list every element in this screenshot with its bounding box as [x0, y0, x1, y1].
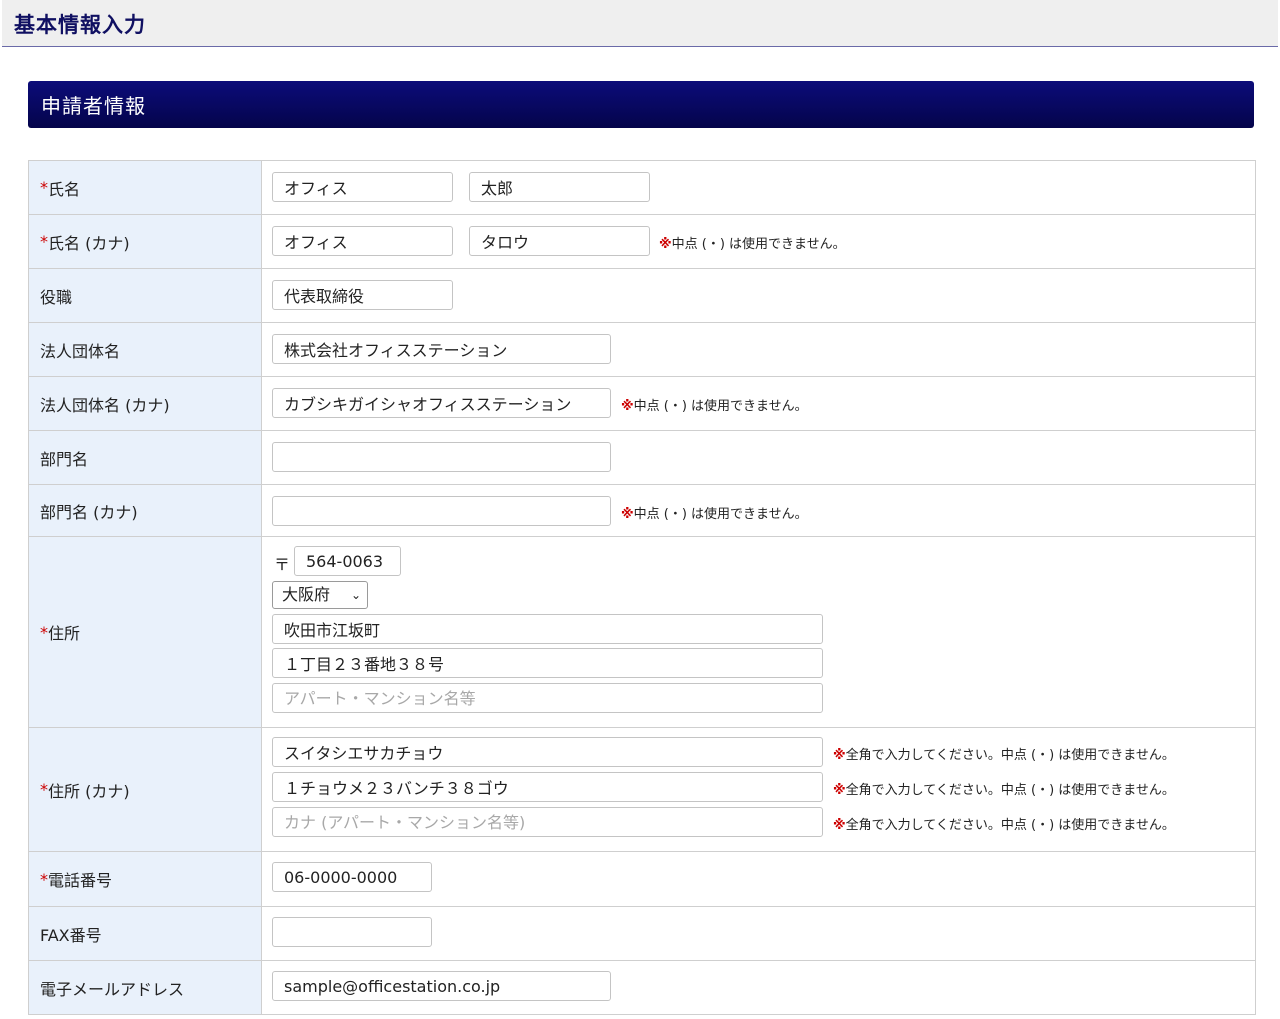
street-kana-note: ※全角で入力してください。中点 (・) は使用できません。	[833, 783, 1175, 798]
name-label: * 氏名	[29, 161, 262, 214]
row-dept-kana: 部門名 (カナ) ※中点 (・) は使用できません。	[29, 485, 1255, 537]
zip-input[interactable]	[294, 546, 401, 576]
required-mark: *	[40, 178, 48, 197]
section-title: 申請者情報	[41, 94, 146, 118]
corp-name-input[interactable]	[272, 334, 611, 364]
row-phone: * 電話番号	[29, 852, 1255, 907]
last-name-input[interactable]	[272, 172, 453, 202]
name-kana-label: * 氏名 (カナ)	[29, 215, 262, 268]
row-email: 電子メールアドレス	[29, 961, 1255, 1015]
row-name-kana: *氏名 (カナ) ※中点 (・) は使用できません。	[29, 215, 1255, 269]
position-input[interactable]	[272, 280, 453, 310]
postal-mark-icon: 〒	[274, 555, 291, 574]
fax-label: FAX番号	[29, 907, 262, 960]
name-kana-note: ※中点 (・) は使用できません。	[659, 237, 846, 252]
row-address: *住所 〒 大阪府⌄	[29, 537, 1255, 728]
row-address-kana: *住所 (カナ) ※全角で入力してください。中点 (・) は使用できません。 ※…	[29, 728, 1255, 852]
page-header: 基本情報入力	[2, 0, 1278, 47]
first-name-kana-input[interactable]	[469, 226, 650, 256]
dept-label: 部門名	[29, 431, 262, 484]
applicant-form-table: *氏名 *氏名 (カナ) ※中点 (・) は使用できません。 役職 法人団体名 …	[28, 160, 1256, 1015]
fax-input[interactable]	[272, 917, 432, 947]
corp-kana-note: ※中点 (・) は使用できません。	[621, 399, 808, 414]
city-kana-note: ※全角で入力してください。中点 (・) は使用できません。	[833, 748, 1175, 763]
building-kana-input[interactable]	[272, 807, 823, 837]
corp-kana-label: 法人団体名 (カナ)	[29, 377, 262, 430]
building-input[interactable]	[272, 683, 823, 713]
prefecture-select[interactable]: 大阪府 ⌄	[272, 581, 368, 609]
position-label: 役職	[29, 269, 262, 322]
phone-label: * 電話番号	[29, 852, 262, 906]
corp-kana-input[interactable]	[272, 388, 611, 418]
required-mark: *	[40, 869, 48, 889]
row-name: * 氏名	[29, 161, 1255, 215]
last-name-kana-input[interactable]	[272, 226, 453, 256]
address-kana-label: * 住所 (カナ)	[29, 728, 262, 851]
section-header: 申請者情報	[28, 81, 1254, 128]
email-label: 電子メールアドレス	[29, 961, 262, 1014]
row-corp: 法人団体名	[29, 323, 1255, 377]
row-position: 役職	[29, 269, 1255, 323]
required-mark: *	[40, 780, 48, 799]
dept-name-input[interactable]	[272, 442, 611, 472]
dept-kana-label: 部門名 (カナ)	[29, 485, 262, 536]
phone-input[interactable]	[272, 862, 432, 892]
dept-kana-note: ※中点 (・) は使用できません。	[621, 507, 808, 522]
city-input[interactable]	[272, 614, 823, 644]
chevron-down-icon: ⌄	[350, 588, 361, 602]
required-mark: *	[40, 232, 48, 251]
dept-kana-input[interactable]	[272, 496, 611, 526]
page-title: 基本情報入力	[14, 13, 146, 37]
city-kana-input[interactable]	[272, 737, 823, 767]
street-kana-input[interactable]	[272, 772, 823, 802]
building-kana-note: ※全角で入力してください。中点 (・) は使用できません。	[833, 818, 1175, 833]
email-input[interactable]	[272, 971, 611, 1001]
row-dept: 部門名	[29, 431, 1255, 485]
corp-label: 法人団体名	[29, 323, 262, 376]
row-corp-kana: 法人団体名 (カナ) ※中点 (・) は使用できません。	[29, 377, 1255, 431]
row-fax: FAX番号	[29, 907, 1255, 961]
street-input[interactable]	[272, 648, 823, 678]
first-name-input[interactable]	[469, 172, 650, 202]
required-mark: *	[40, 622, 48, 642]
address-label: * 住所	[29, 537, 262, 727]
